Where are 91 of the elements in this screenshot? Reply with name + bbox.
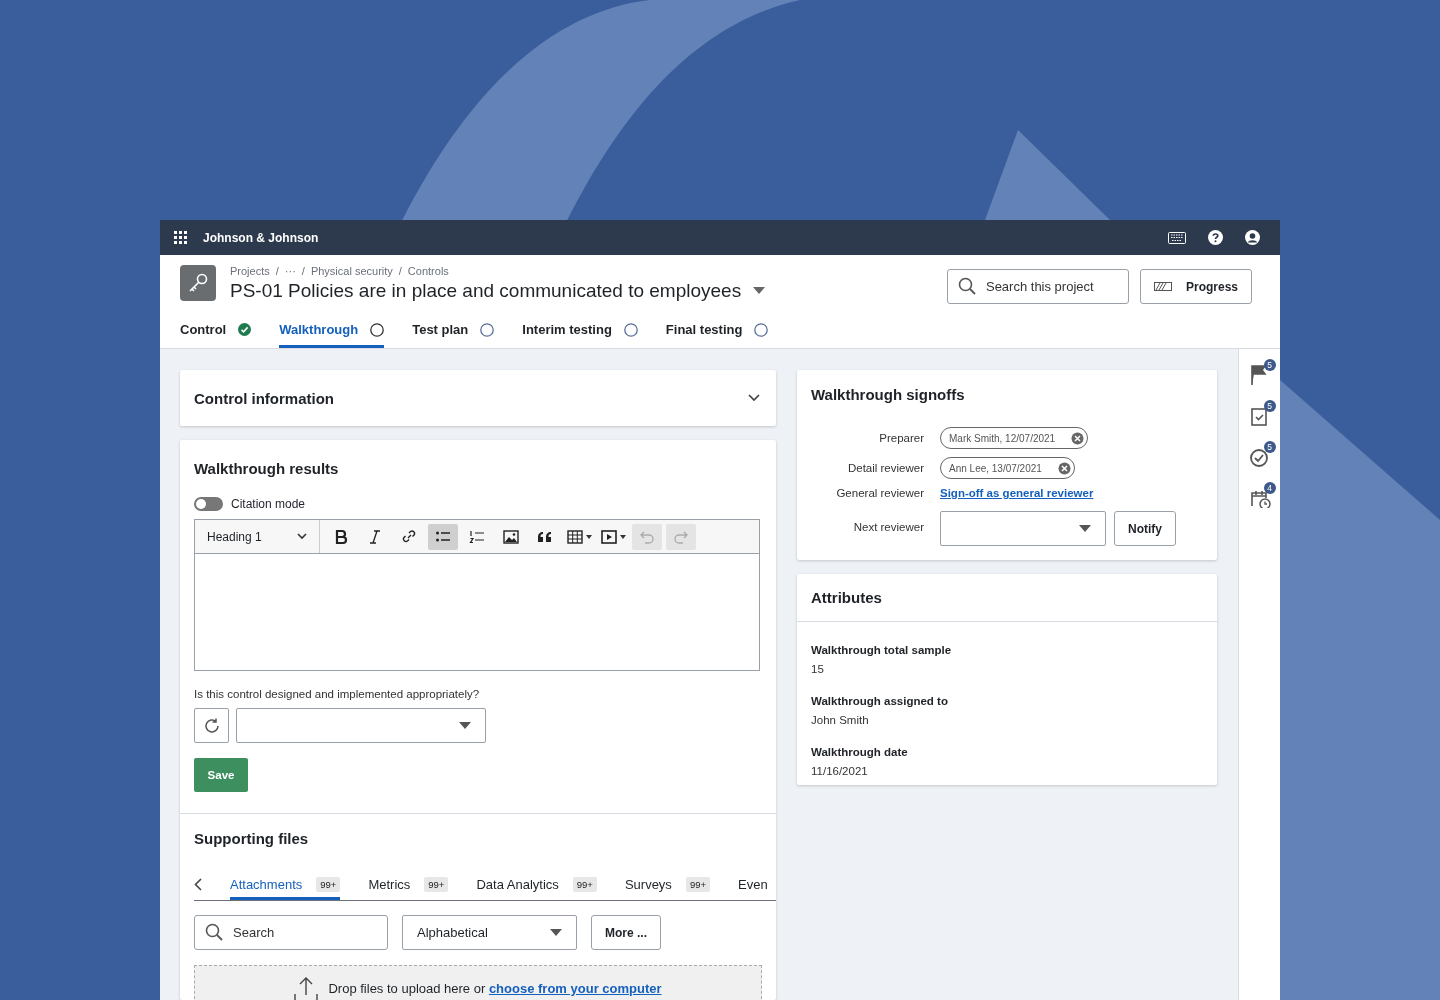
notify-button[interactable]: Notify xyxy=(1114,511,1176,546)
file-tab[interactable]: Data Analytics 99+ xyxy=(476,869,597,900)
user-icon[interactable] xyxy=(1245,230,1260,245)
toggle-switch[interactable] xyxy=(194,497,223,511)
field-label: Detail reviewer xyxy=(846,462,924,474)
breadcrumb-separator: / xyxy=(301,265,305,277)
stage-tab[interactable]: Test plan xyxy=(412,318,495,348)
count-badge: 5 xyxy=(1263,359,1276,371)
file-tab[interactable]: Even xyxy=(738,869,768,900)
search-icon xyxy=(957,277,976,295)
caret-icon xyxy=(619,534,626,539)
field-label: Next reviewer xyxy=(852,520,924,533)
breadcrumb-link[interactable]: Projects xyxy=(230,265,270,277)
count-badge: 99+ xyxy=(424,876,449,892)
organization-name: Johnson & Johnson xyxy=(203,230,319,245)
count-badge: 4 xyxy=(1263,482,1276,494)
toggle-label: Citation mode xyxy=(231,497,306,511)
image-icon xyxy=(503,528,519,545)
page-title: PS-01 Policies are in place and communicated to employees xyxy=(230,280,742,302)
chevron-icon xyxy=(297,533,307,540)
clear-icon[interactable] xyxy=(1071,431,1085,445)
signoff-text: Ann Lee, 13/07/2021 xyxy=(949,462,1042,474)
upload-icon xyxy=(294,976,319,1000)
stage-tab[interactable]: Final testing xyxy=(665,318,769,348)
count-badge: 99+ xyxy=(572,876,597,892)
more-button[interactable]: More ... xyxy=(591,915,661,950)
italic-icon xyxy=(368,528,382,545)
attribute-value: 11/16/2021 xyxy=(811,765,869,777)
attribute-label: Walkthrough total sample xyxy=(811,644,953,656)
caret-icon xyxy=(585,534,592,539)
count-badge: 99+ xyxy=(685,876,710,892)
clear-icon[interactable] xyxy=(1057,461,1071,475)
breadcrumb-separator: / xyxy=(398,265,402,277)
sort-dropdown[interactable]: Alphabetical xyxy=(402,915,577,950)
file-tab[interactable]: Surveys 99+ xyxy=(624,869,710,900)
bold-icon xyxy=(334,528,348,545)
field-label: General reviewer xyxy=(835,487,924,499)
count-badge: 5 xyxy=(1263,441,1276,453)
numbered-list-icon xyxy=(469,528,485,545)
link-icon xyxy=(402,528,416,545)
drop-zone-text: Drop files to upload here or choose from your computer xyxy=(328,981,662,998)
progress-button[interactable]: Progress xyxy=(1139,269,1252,304)
attribute-value: John Smith xyxy=(811,714,870,726)
caret-icon xyxy=(1079,524,1091,533)
count-badge: 99+ xyxy=(316,876,341,892)
card-title: Control information xyxy=(194,389,334,407)
save-button[interactable]: Save xyxy=(194,758,248,792)
breadcrumb-separator: / xyxy=(275,265,279,277)
drop-zone[interactable]: Drop files to upload here or choose from your computer xyxy=(194,965,762,1000)
help-icon[interactable] xyxy=(1208,230,1223,245)
key-icon xyxy=(180,265,216,301)
app-grid-icon[interactable] xyxy=(174,231,187,244)
file-tab[interactable]: Attachments 99+ xyxy=(230,869,341,900)
caret-icon xyxy=(459,721,471,730)
field-label: Preparer xyxy=(878,432,924,444)
card-title: Walkthrough results xyxy=(194,460,340,477)
table-icon xyxy=(566,528,583,545)
caret-icon xyxy=(550,928,562,937)
reset-button[interactable] xyxy=(194,708,229,743)
attribute-label: Walkthrough assigned to xyxy=(811,695,949,707)
question-text: Is this control designed and implemented appropriately? xyxy=(194,688,481,700)
count-badge: 5 xyxy=(1263,400,1276,412)
refresh-icon xyxy=(202,716,221,735)
answer-dropdown[interactable] xyxy=(236,708,486,743)
keyboard-icon[interactable] xyxy=(1168,231,1186,244)
card-title: Walkthrough signoffs xyxy=(811,386,966,403)
file-tab[interactable]: Metrics 99+ xyxy=(368,869,449,900)
block-style-dropdown[interactable]: Heading 1 xyxy=(195,520,320,553)
signoff-text: Mark Smith, 12/07/2021 xyxy=(949,432,1056,444)
attribute-label: Walkthrough date xyxy=(811,746,909,758)
signoff-link[interactable]: Sign-off as general reviewer xyxy=(940,487,1094,499)
stage-tab[interactable]: Control xyxy=(180,318,252,348)
caret-icon xyxy=(753,287,766,295)
progress-bar-icon xyxy=(1153,282,1172,291)
media-icon xyxy=(600,528,617,545)
chevron-left-icon[interactable] xyxy=(194,878,202,891)
breadcrumb-link[interactable]: Physical security xyxy=(310,265,393,277)
section-title: Supporting files xyxy=(194,830,310,847)
search-field[interactable]: Search xyxy=(194,915,388,950)
attribute-value: 15 xyxy=(811,663,825,675)
stage-tab[interactable]: Walkthrough xyxy=(279,318,385,348)
chevron-icon[interactable] xyxy=(748,394,760,402)
upload-link[interactable]: choose from your computer xyxy=(488,981,662,996)
search-icon xyxy=(205,923,223,941)
bullet-list-tool[interactable] xyxy=(428,523,458,550)
breadcrumb-link[interactable]: Controls xyxy=(407,265,449,277)
breadcrumb-link[interactable]: ··· xyxy=(284,265,296,277)
search-field[interactable]: Search this project xyxy=(946,269,1129,304)
reviewer-dropdown[interactable] xyxy=(940,511,1106,546)
card-title: Attributes xyxy=(811,589,882,606)
stage-tab[interactable]: Interim testing xyxy=(522,318,638,348)
